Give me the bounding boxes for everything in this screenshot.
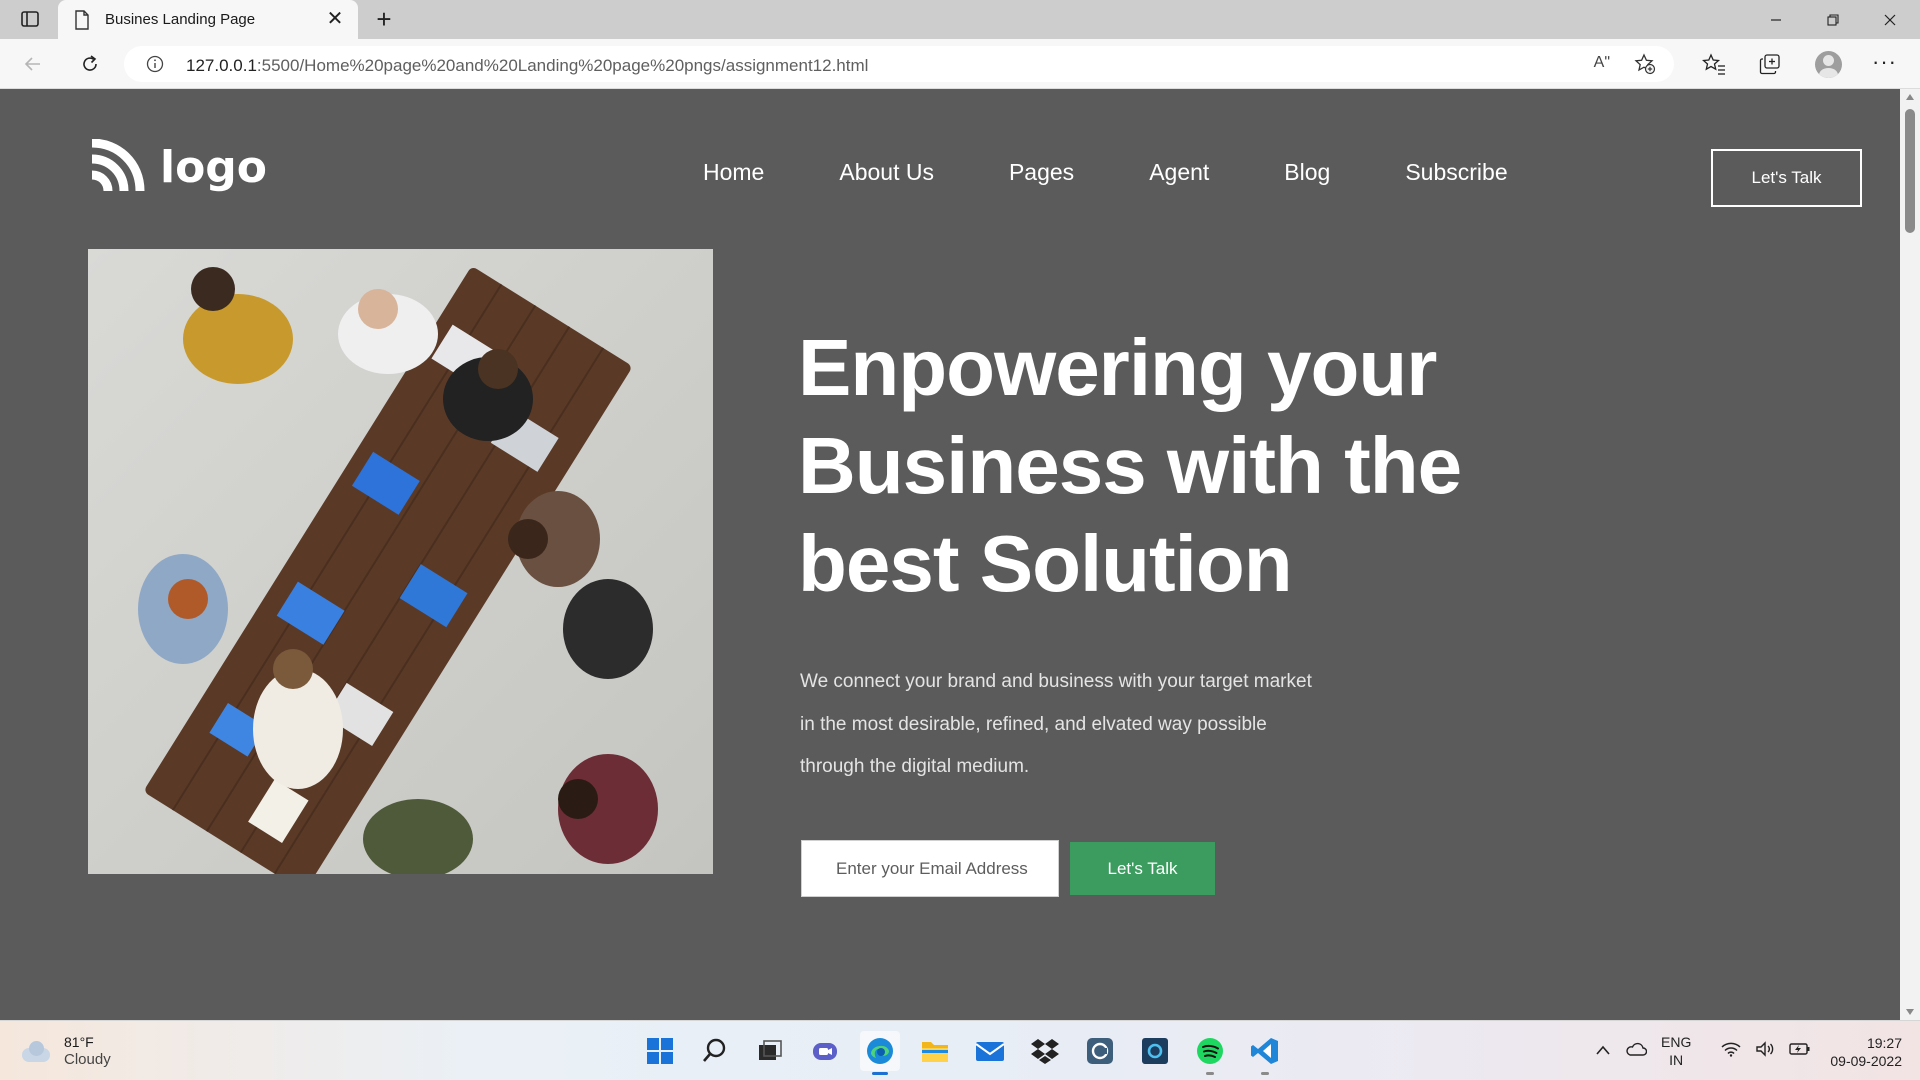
site-logo[interactable]: logo — [88, 139, 267, 195]
scroll-thumb[interactable] — [1905, 109, 1915, 233]
tab-close-icon[interactable]: ✕ — [324, 8, 346, 30]
hero-headline: Enpowering your Business with the best S… — [798, 323, 1462, 608]
restore-icon[interactable] — [1805, 0, 1861, 39]
running-indicator — [1206, 1072, 1214, 1075]
nav-home[interactable]: Home — [703, 159, 764, 186]
weather-condition: Cloudy — [64, 1051, 111, 1068]
lang-region: IN — [1669, 1052, 1684, 1068]
dropbox-icon[interactable] — [1025, 1031, 1065, 1071]
hero-lets-talk-button[interactable]: Let's Talk — [1070, 842, 1215, 895]
browser-address-bar: 127.0.0.1:5500/Home%20page%20and%20Landi… — [0, 39, 1920, 89]
weather-text: 81°F Cloudy — [64, 1033, 111, 1069]
task-view-icon[interactable] — [750, 1031, 790, 1071]
tab-title: Busines Landing Page — [105, 11, 256, 28]
windows-start-icon[interactable] — [640, 1031, 680, 1071]
file-explorer-icon[interactable] — [915, 1031, 955, 1071]
back-arrow-icon[interactable] — [20, 51, 46, 77]
hero-team-meeting-image — [88, 249, 713, 874]
header-lets-talk-button[interactable]: Let's Talk — [1711, 149, 1862, 207]
nav-pages[interactable]: Pages — [1009, 159, 1074, 186]
clock-date: 09-09-2022 — [1830, 1053, 1902, 1069]
url-text: 127.0.0.1:5500/Home%20page%20and%20Landi… — [186, 56, 868, 76]
language-indicator[interactable]: ENG IN — [1661, 1033, 1691, 1069]
url-input[interactable]: 127.0.0.1:5500/Home%20page%20and%20Landi… — [124, 46, 1674, 82]
profile-avatar[interactable] — [1815, 51, 1842, 78]
running-indicator — [1261, 1072, 1269, 1075]
taskbar-apps — [640, 1031, 1300, 1075]
clock-time: 19:27 — [1866, 1035, 1902, 1051]
favorites-icon[interactable] — [1701, 51, 1727, 77]
email-input[interactable] — [801, 840, 1059, 897]
chevron-up-icon[interactable] — [1595, 1043, 1611, 1060]
browser-tab-active[interactable]: Busines Landing Page ✕ — [58, 0, 358, 39]
collections-icon[interactable] — [1757, 51, 1783, 77]
scroll-up-icon[interactable] — [1906, 94, 1914, 100]
tab-actions-icon[interactable] — [20, 9, 40, 29]
spotify-icon[interactable] — [1190, 1031, 1230, 1075]
add-favorite-icon[interactable] — [1634, 53, 1656, 80]
cloud-icon — [20, 1040, 52, 1062]
vscode-icon[interactable] — [1245, 1031, 1285, 1075]
logo-text: logo — [160, 141, 268, 193]
browser-tab-bar: Busines Landing Page ✕ + — [0, 0, 1920, 39]
weather-widget[interactable]: 81°F Cloudy — [20, 1033, 111, 1069]
nav-blog[interactable]: Blog — [1284, 159, 1330, 186]
url-host: 127.0.0.1 — [186, 56, 257, 75]
refresh-icon[interactable] — [77, 51, 103, 77]
read-aloud-icon[interactable]: Aʺ — [1594, 54, 1610, 72]
system-tray: ENG IN — [1595, 1021, 1825, 1080]
url-path: :5500/Home%20page%20and%20Landing%20page… — [256, 56, 869, 75]
close-window-icon[interactable] — [1862, 0, 1918, 39]
app-c-icon[interactable] — [1080, 1031, 1120, 1071]
nav-about-us[interactable]: About Us — [839, 159, 934, 186]
wifi-icon[interactable] — [1721, 1041, 1741, 1061]
more-options-icon[interactable]: ··· — [1872, 49, 1897, 75]
page-scrollbar[interactable] — [1900, 89, 1920, 1020]
battery-icon[interactable] — [1789, 1042, 1811, 1060]
windows-taskbar: 81°F Cloudy ENG IN 19:27 09-09-2022 — [0, 1020, 1920, 1080]
onedrive-cloud-icon[interactable] — [1625, 1042, 1648, 1060]
nav-subscribe[interactable]: Subscribe — [1405, 159, 1507, 186]
weather-temp: 81°F — [64, 1034, 94, 1050]
system-clock[interactable]: 19:27 09-09-2022 — [1812, 1034, 1902, 1070]
page-icon — [74, 10, 90, 35]
page-viewport: logo Home About Us Pages Agent Blog Subs… — [0, 89, 1900, 1020]
scroll-down-icon[interactable] — [1906, 1009, 1914, 1015]
teams-chat-icon[interactable] — [805, 1031, 845, 1071]
logo-mark-icon — [91, 139, 145, 192]
search-icon[interactable] — [695, 1031, 735, 1071]
lang-code: ENG — [1661, 1034, 1692, 1050]
hero-description: We connect your brand and business with … — [800, 671, 1312, 777]
minimize-icon[interactable] — [1748, 0, 1804, 39]
running-indicator — [872, 1072, 888, 1075]
mail-icon[interactable] — [970, 1031, 1010, 1071]
edge-browser-icon[interactable] — [860, 1031, 900, 1075]
volume-icon[interactable] — [1755, 1041, 1775, 1061]
nav-agent[interactable]: Agent — [1149, 159, 1209, 186]
site-info-icon[interactable] — [146, 55, 164, 78]
cortana-icon[interactable] — [1135, 1031, 1175, 1071]
main-nav: Home About Us Pages Agent Blog Subscribe — [703, 159, 1508, 186]
new-tab-button[interactable]: + — [370, 5, 398, 33]
